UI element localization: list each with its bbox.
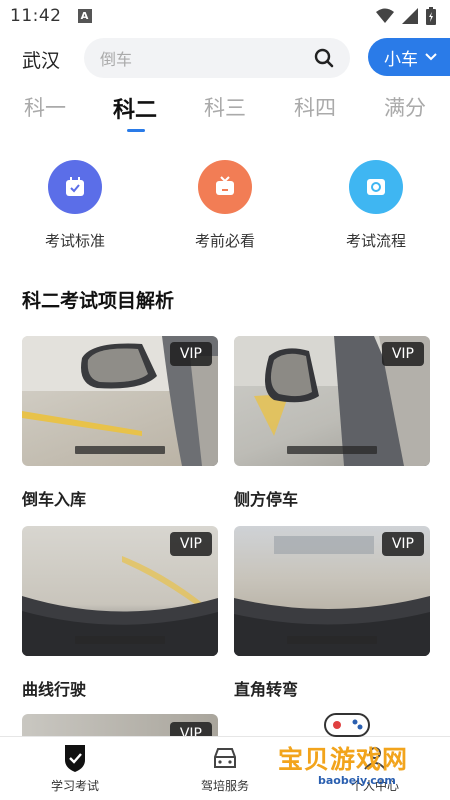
tab-ke1[interactable]: 科一 [24,92,66,122]
notification-a-icon: A [77,9,92,23]
caption-strip [75,636,165,644]
entry-pre-exam[interactable]: 考前必看 [165,160,285,251]
car-icon [214,748,236,768]
battery-icon [426,7,436,25]
vip-badge: VIP [381,532,424,556]
caption-strip [287,636,377,644]
video-card[interactable]: VIP 曲线行驶 [22,526,218,700]
search-placeholder: 倒车 [100,50,133,69]
nav-label: 驾培服务 [200,779,249,793]
status-time: 11:42 [10,6,62,26]
video-thumbnail: VIP [22,714,218,736]
subject-tabs: 科一 科二 科三 科四 满分 [0,92,450,136]
entry-label: 考试流程 [345,232,406,250]
card-title: 直角转弯 [234,680,299,699]
video-thumbnail: VIP [22,526,218,656]
card-title: 侧方停车 [234,490,299,509]
section-title: 科二考试项目解析 [22,290,175,312]
entry-label: 考前必看 [194,232,255,250]
vip-badge: VIP [169,722,212,736]
nav-item-study-exam[interactable]: 学习考试 [20,743,130,794]
caption-strip [75,446,165,454]
flow-icon [349,160,403,214]
signal-icon [402,8,418,24]
entry-exam-flow[interactable]: 考试流程 [316,160,436,251]
tab-ke4[interactable]: 科四 [294,92,336,122]
tab-manfen[interactable]: 满分 [384,92,426,122]
chevron-down-icon [425,53,437,61]
header: 武汉 倒车 小车 [0,36,450,80]
checklist-icon [48,160,102,214]
watermark: 宝贝游戏网 baobeiy.com [278,708,438,788]
car-type-button[interactable]: 小车 [368,38,450,76]
video-thumbnail: VIP [234,336,430,466]
video-card[interactable]: VIP [22,714,218,736]
card-title: 曲线行驶 [22,680,87,699]
car-type-label: 小车 [384,49,418,70]
watermark-text: 宝贝游戏网 [278,745,409,774]
vip-badge: VIP [381,342,424,366]
video-icon [198,160,252,214]
wifi-icon [376,8,394,23]
status-bar: 11:42 A [0,0,450,32]
watermark-sub: baobeiy.com [318,774,396,787]
tab-ke3[interactable]: 科三 [204,92,246,122]
caption-strip [287,446,377,454]
video-card[interactable]: VIP 倒车入库 [22,336,218,510]
video-thumbnail: VIP [234,526,430,656]
search-icon[interactable] [314,48,334,68]
card-title: 倒车入库 [22,490,87,509]
tab-indicator [127,129,145,132]
entry-label: 考试标准 [44,232,105,250]
quick-entries: 考试标准 考前必看 考试流程 [0,160,450,260]
tab-ke2[interactable]: 科二 [113,92,157,124]
shield-check-icon [65,745,85,772]
nav-label: 学习考试 [50,779,99,793]
entry-exam-standard[interactable]: 考试标准 [15,160,135,251]
vip-badge: VIP [169,342,212,366]
video-card[interactable]: VIP 直角转弯 [234,526,430,700]
vip-badge: VIP [169,532,212,556]
nav-item-driving-service[interactable]: 驾培服务 [170,743,280,794]
city-selector[interactable]: 武汉 [22,46,60,73]
search-bar[interactable]: 倒车 [84,38,350,78]
video-thumbnail: VIP [22,336,218,466]
video-card[interactable]: VIP 侧方停车 [234,336,430,510]
gamepad-icon [324,713,370,737]
